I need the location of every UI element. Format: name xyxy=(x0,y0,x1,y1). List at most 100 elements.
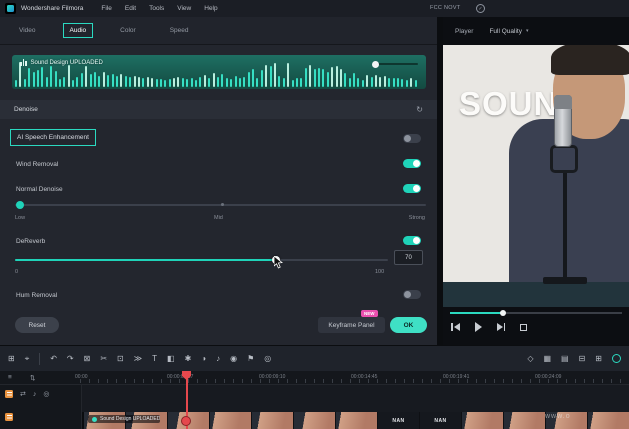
mute-track-icon[interactable]: ♪ xyxy=(33,391,37,398)
clip-thumbnail[interactable] xyxy=(210,412,252,429)
reset-button[interactable]: Reset xyxy=(15,317,59,333)
playback-progress-bar[interactable] xyxy=(450,310,622,316)
tab-speed[interactable]: Speed xyxy=(163,23,196,38)
menu-help[interactable]: Help xyxy=(204,5,217,12)
clip-thumbnail[interactable]: NAN xyxy=(420,412,462,429)
ruler-timestamp: 00:00:19:41 xyxy=(443,374,470,380)
clip-thumbnail[interactable] xyxy=(588,412,629,429)
marker-icon[interactable]: ⚑ xyxy=(247,354,254,364)
clip-volume-slider[interactable] xyxy=(372,60,418,68)
audio-clip-waveform[interactable]: Sound Design UPLOADED xyxy=(12,55,426,89)
audio-mixer-icon[interactable]: ♪ xyxy=(216,354,220,364)
progress-knob[interactable] xyxy=(500,310,507,316)
ruler-timestamp: 00:00 xyxy=(75,374,88,380)
chevron-down-icon: ▾ xyxy=(525,28,529,34)
track-adjust-icon[interactable]: ⇅ xyxy=(30,374,35,382)
shrink-timeline-icon[interactable]: ⊟ xyxy=(579,354,586,364)
speed-icon[interactable]: ≫ xyxy=(134,354,142,364)
next-frame-button[interactable] xyxy=(496,323,505,331)
track-visibility-icon[interactable]: ◎ xyxy=(43,390,49,398)
section-title: Denoise xyxy=(14,106,38,113)
menu-view[interactable]: View xyxy=(177,5,191,12)
quality-dropdown[interactable]: Full Quality ▾ xyxy=(489,28,528,35)
new-badge: NEW xyxy=(361,310,378,317)
keyframe-icon[interactable]: ◇ xyxy=(527,354,533,364)
split-icon[interactable]: ✂ xyxy=(100,354,107,364)
dereverb-value-field[interactable]: 70 xyxy=(394,250,423,265)
normal-denoise-label: Normal Denoise xyxy=(16,186,63,193)
reorder-tracks-icon[interactable]: ⇄ xyxy=(20,390,26,398)
video-preview[interactable]: SOUND xyxy=(443,45,629,307)
delete-icon[interactable]: ⊠ xyxy=(84,354,91,364)
clip-thumbnail[interactable] xyxy=(462,412,504,429)
dereverb-max-label: 100 xyxy=(375,269,385,275)
hum-removal-label: Hum Removal xyxy=(16,292,58,299)
crop-icon[interactable]: ⊡ xyxy=(117,354,124,364)
person-hair xyxy=(551,45,629,75)
dereverb-slider[interactable] xyxy=(15,256,388,264)
expand-timeline-icon[interactable]: ⊞ xyxy=(595,354,602,364)
normal-denoise-toggle[interactable] xyxy=(403,184,421,193)
transition-icon[interactable]: ◧ xyxy=(167,354,175,364)
watermark-text: www.o xyxy=(545,413,571,420)
play-button[interactable] xyxy=(474,322,482,332)
chroma-key-icon[interactable]: ▤ xyxy=(561,354,569,364)
tab-color[interactable]: Color xyxy=(113,23,143,38)
playhead-handle[interactable] xyxy=(181,416,191,426)
status-check-icon[interactable]: ✓ xyxy=(476,4,485,13)
menu-list: File Edit Tools View Help xyxy=(101,5,230,12)
section-reset-icon[interactable]: ↻ xyxy=(416,105,423,114)
clip-thumbnail[interactable] xyxy=(252,412,294,429)
timeline-ruler[interactable]: ≡ ⇅ 00:00 00:00:04:17 00:00:09:10 00:00:14:4… xyxy=(0,371,629,385)
dereverb-min-label: 0 xyxy=(15,269,19,275)
dereverb-toggle[interactable] xyxy=(403,236,421,245)
snapshot-icon[interactable]: ◎ xyxy=(264,354,271,364)
tab-audio[interactable]: Audio xyxy=(62,23,94,38)
menu-file[interactable]: File xyxy=(101,5,111,12)
stop-button[interactable] xyxy=(520,323,527,331)
filter-icon[interactable]: ◑ xyxy=(201,354,206,364)
ok-button[interactable]: OK xyxy=(390,317,427,333)
split-screen-icon[interactable]: ▦ xyxy=(543,354,551,364)
clip-volume-knob[interactable] xyxy=(372,60,379,68)
ai-assistant-icon[interactable] xyxy=(612,354,621,363)
audio-track-menu-icon[interactable] xyxy=(5,413,13,421)
level-strong-label: Strong xyxy=(408,215,425,221)
wind-removal-toggle[interactable] xyxy=(403,159,421,168)
previous-frame-button[interactable] xyxy=(451,323,460,331)
toolbar-right-group: ◇ ▦ ▤ ⊟ ⊞ xyxy=(527,354,621,364)
undo-icon[interactable]: ↶ xyxy=(50,354,57,364)
clip-thumbnail[interactable] xyxy=(504,412,546,429)
media-grid-icon[interactable]: ⊞ xyxy=(8,354,15,364)
clip-thumbnail[interactable]: NAN xyxy=(378,412,420,429)
timeline-track-area[interactable] xyxy=(82,385,629,412)
media-list-icon[interactable] xyxy=(5,390,13,398)
mid-tick xyxy=(220,203,224,206)
redo-icon[interactable]: ↷ xyxy=(67,354,74,364)
tab-video[interactable]: Video xyxy=(12,23,43,38)
toolbar-divider xyxy=(39,352,41,365)
audio-clip-icon xyxy=(92,416,97,422)
pointer-tool-icon[interactable]: ⌖ xyxy=(25,354,30,364)
level-low-label: Low xyxy=(15,215,26,221)
menu-tools[interactable]: Tools xyxy=(149,5,164,12)
clip-thumbnail[interactable] xyxy=(336,412,378,429)
text-icon[interactable]: T xyxy=(152,354,157,364)
ai-speech-enhancement-row[interactable]: AI Speech Enhancement xyxy=(10,129,96,146)
waveform-icon xyxy=(20,59,27,66)
track-height-icon[interactable]: ≡ xyxy=(8,374,12,381)
clip-thumbnail[interactable] xyxy=(294,412,336,429)
toolbar-left-group: ⊞ ⌖ ↶ ↷ ⊠ ✂ ⊡ ≫ T ◧ ✱ ◑ ♪ ◉ ⚑ ◎ xyxy=(8,352,271,365)
menu-edit[interactable]: Edit xyxy=(125,5,136,12)
voiceover-icon[interactable]: ◉ xyxy=(230,354,237,364)
denoise-level-slider[interactable] xyxy=(15,201,426,209)
effects-icon[interactable]: ✱ xyxy=(185,354,192,364)
app-title: Wondershare Filmora xyxy=(21,5,84,12)
thumbnail-label: NAN xyxy=(434,417,447,424)
clip-name-label: Sound Design UPLOADED xyxy=(100,416,160,422)
track-header-icons: ⇄ ♪ ◎ xyxy=(5,390,49,398)
keyframe-panel-button[interactable]: Keyframe Panel xyxy=(318,317,385,333)
hum-removal-toggle[interactable] xyxy=(403,290,421,299)
ai-speech-enhancement-toggle[interactable] xyxy=(403,134,421,143)
denoise-level-knob[interactable] xyxy=(16,201,25,209)
